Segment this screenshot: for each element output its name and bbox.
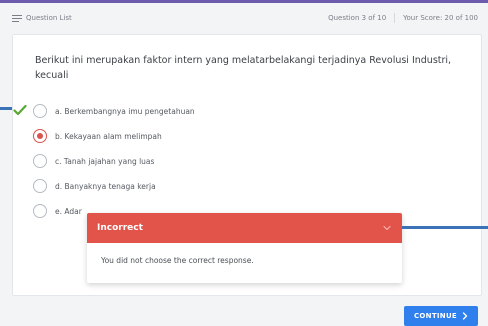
option-c[interactable]: c. Tanah jajahan yang luas [33, 151, 154, 171]
option-c-label: c. Tanah jajahan yang luas [55, 156, 155, 166]
option-a[interactable]: a. Berkembangnya imu pengetahuan [13, 101, 195, 121]
option-b[interactable]: b. Kekayaan alam melimpah [33, 126, 162, 146]
option-e-label: e. Adar [55, 206, 82, 216]
feedback-popup: Incorrect You did not choose the correct… [87, 213, 402, 283]
chevron-right-icon [462, 312, 468, 320]
option-b-radio[interactable] [33, 129, 47, 143]
feedback-message: You did not choose the correct response. [101, 256, 254, 265]
correct-check-icon [13, 104, 27, 116]
quiz-progress: Question 3 of 10 Your Score: 20 of 100 [328, 13, 478, 23]
continue-label: CONTINUE [413, 312, 458, 320]
feedback-title: Incorrect [97, 223, 143, 233]
score-text: Your Score: 20 of 100 [403, 14, 478, 22]
question-position: Question 3 of 10 [328, 14, 387, 22]
option-d-label: d. Banyaknya tenaga kerja [55, 181, 156, 191]
option-c-radio[interactable] [33, 154, 47, 168]
option-e[interactable]: e. Adar [33, 201, 82, 221]
option-d[interactable]: d. Banyaknya tenaga kerja [33, 176, 156, 196]
chevron-down-icon[interactable] [382, 223, 392, 233]
right-annotation-pointer [402, 226, 488, 229]
option-a-radio[interactable] [33, 104, 47, 118]
option-e-radio[interactable] [33, 204, 47, 218]
list-icon [12, 14, 22, 22]
question-list-label: Question List [26, 14, 72, 22]
option-d-radio[interactable] [33, 179, 47, 193]
feedback-header[interactable]: Incorrect [87, 213, 402, 243]
option-a-label: a. Berkembangnya imu pengetahuan [55, 106, 195, 116]
question-prompt: Berikut ini merupakan faktor intern yang… [35, 55, 452, 81]
header-divider [394, 13, 396, 23]
continue-button[interactable]: CONTINUE [404, 306, 478, 326]
quiz-header: Question List Question 3 of 10 Your Scor… [0, 3, 488, 33]
option-b-label: b. Kekayaan alam melimpah [55, 131, 162, 141]
question-list-button[interactable]: Question List [12, 14, 72, 22]
